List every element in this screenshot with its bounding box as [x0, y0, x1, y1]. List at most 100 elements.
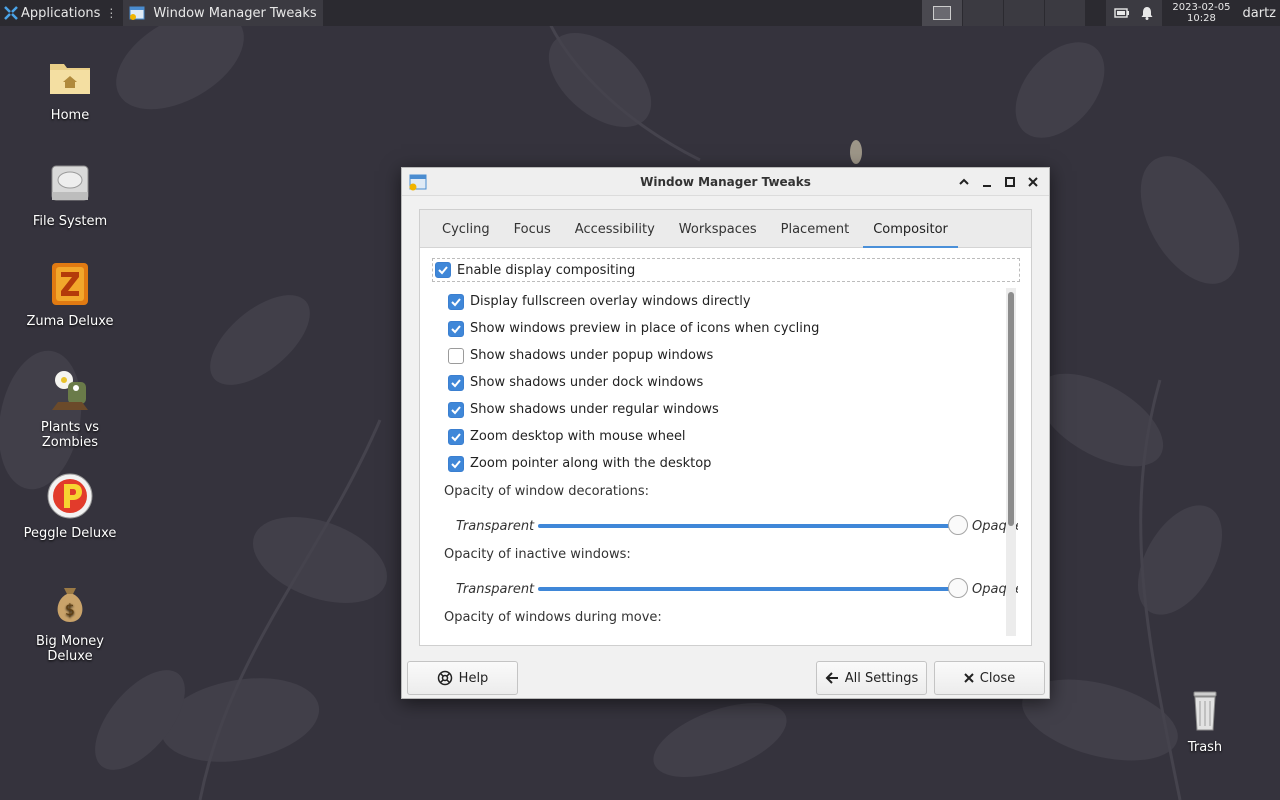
- help-lifebuoy-icon: [437, 670, 452, 686]
- enable-compositing-row[interactable]: Enable display compositing: [432, 258, 1020, 282]
- tab-placement[interactable]: Placement: [769, 210, 862, 248]
- opacity-inactive-slider-row: Transparent Opaque: [456, 577, 1022, 601]
- minimize-icon: [982, 185, 991, 187]
- option-zoom-desktop[interactable]: Zoom desktop with mouse wheel: [448, 423, 1008, 450]
- workspace-switcher: [922, 0, 1086, 26]
- workspace-window-thumbnail: [933, 6, 952, 20]
- option-label: Show shadows under regular windows: [470, 402, 719, 417]
- all-settings-button[interactable]: All Settings: [816, 661, 927, 695]
- xfce-logo-icon: [4, 6, 18, 20]
- system-tray: [1106, 0, 1163, 26]
- option-label: Show windows preview in place of icons w…: [470, 321, 820, 336]
- desktop-icon-label: Zuma Deluxe: [26, 314, 114, 329]
- option-fullscreen-overlay[interactable]: Display fullscreen overlay windows direc…: [448, 288, 1008, 315]
- money-bag-icon: $: [57, 588, 83, 622]
- checkbox[interactable]: [448, 293, 464, 310]
- desktop-icon-label: Peggle Deluxe: [23, 526, 117, 541]
- slider-knob[interactable]: [948, 578, 968, 598]
- desktop-icon-label: File System: [32, 214, 108, 229]
- enable-compositing-checkbox[interactable]: [435, 262, 451, 278]
- workspace-3[interactable]: [1004, 0, 1045, 26]
- opacity-decorations-slider[interactable]: [538, 515, 968, 535]
- notification-bell-icon[interactable]: [1140, 6, 1154, 20]
- maximize-icon: [1004, 177, 1015, 187]
- slider-knob[interactable]: [948, 515, 968, 535]
- option-zoom-pointer[interactable]: Zoom pointer along with the desktop: [448, 450, 1008, 477]
- opacity-inactive-label: Opacity of inactive windows:: [444, 547, 631, 562]
- compositor-options: Display fullscreen overlay windows direc…: [448, 288, 1008, 477]
- enable-compositing-label: Enable display compositing: [457, 262, 636, 278]
- desktop-icon-home[interactable]: Home: [20, 54, 120, 123]
- close-button[interactable]: Close: [934, 661, 1045, 695]
- battery-icon[interactable]: [1114, 7, 1130, 19]
- tab-accessibility[interactable]: Accessibility: [563, 210, 667, 248]
- opacity-inactive-slider[interactable]: [538, 578, 968, 598]
- desktop-icon-plants-vs-zombies[interactable]: Plants vs Zombies: [20, 366, 120, 450]
- option-label: Zoom pointer along with the desktop: [470, 456, 712, 471]
- checkbox[interactable]: [448, 401, 464, 418]
- top-panel: Applications ⋮ Window Manager Tweaks 202…: [0, 0, 1280, 26]
- checkbox[interactable]: [448, 347, 464, 364]
- maximize-button[interactable]: [1001, 172, 1018, 192]
- arrow-left-icon: [825, 672, 838, 684]
- desktop-icon-big-money-deluxe[interactable]: $ Big Money Deluxe: [20, 580, 120, 664]
- desktop-icon-zuma-deluxe[interactable]: Zuma Deluxe: [20, 260, 120, 329]
- clock-date: 2023-02-05: [1172, 2, 1231, 13]
- window-manager-tweaks-icon: [129, 6, 145, 20]
- help-button[interactable]: Help: [407, 661, 518, 695]
- opacity-decorations-label: Opacity of window decorations:: [444, 484, 649, 499]
- trash-icon: [1193, 691, 1217, 731]
- clock-time: 10:28: [1187, 13, 1216, 24]
- scrollbar-thumb[interactable]: [1008, 292, 1014, 526]
- clock[interactable]: 2023-02-05 10:28: [1172, 2, 1230, 24]
- taskbar-item-window-manager-tweaks[interactable]: Window Manager Tweaks: [123, 0, 324, 26]
- workspace-4[interactable]: [1045, 0, 1086, 26]
- checkbox[interactable]: [448, 428, 464, 445]
- user-menu[interactable]: dartz: [1243, 6, 1276, 21]
- title-bar[interactable]: Window Manager Tweaks: [402, 168, 1049, 196]
- close-window-button[interactable]: [1024, 172, 1041, 192]
- slider-low-label: Transparent: [456, 518, 535, 534]
- window-manager-tweaks-dialog: Window Manager Tweaks Cycling Focus Acce…: [401, 167, 1050, 699]
- applications-label: Applications: [21, 5, 101, 21]
- help-button-label: Help: [458, 670, 489, 686]
- close-icon: [964, 673, 974, 683]
- checkbox[interactable]: [448, 455, 464, 472]
- opacity-decorations-slider-row: Transparent Opaque: [456, 514, 1022, 538]
- opacity-move-label: Opacity of windows during move:: [444, 610, 662, 625]
- workspace-2[interactable]: [963, 0, 1004, 26]
- desktop-icon-label: Trash: [1187, 740, 1223, 755]
- option-shadows-popup[interactable]: Show shadows under popup windows: [448, 342, 1008, 369]
- workspace-1[interactable]: [922, 0, 963, 26]
- peggle-deluxe-icon: [47, 473, 93, 519]
- tab-compositor[interactable]: Compositor: [861, 210, 960, 249]
- svg-text:$: $: [65, 600, 75, 619]
- tab-workspaces[interactable]: Workspaces: [667, 210, 769, 248]
- option-label: Zoom desktop with mouse wheel: [470, 429, 686, 444]
- option-label: Show shadows under dock windows: [470, 375, 704, 390]
- slider-low-label: Transparent: [456, 581, 535, 597]
- checkmark-icon: [438, 266, 448, 275]
- desktop-icon-peggle-deluxe[interactable]: Peggle Deluxe: [20, 472, 120, 541]
- tab-cycling[interactable]: Cycling: [430, 210, 502, 248]
- checkbox[interactable]: [448, 374, 464, 391]
- desktop-icon-label: Home: [50, 108, 90, 123]
- tab-bar: Cycling Focus Accessibility Workspaces P…: [420, 210, 1031, 249]
- option-shadows-dock[interactable]: Show shadows under dock windows: [448, 369, 1008, 396]
- hard-drive-icon: [51, 165, 89, 201]
- tab-focus[interactable]: Focus: [502, 210, 563, 248]
- option-windows-preview[interactable]: Show windows preview in place of icons w…: [448, 315, 1008, 342]
- desktop-icon-file-system[interactable]: File System: [20, 160, 120, 229]
- shade-button[interactable]: [955, 172, 972, 192]
- plants-vs-zombies-icon: [52, 371, 88, 410]
- minimize-button[interactable]: [978, 172, 995, 192]
- close-button-label: Close: [979, 670, 1016, 686]
- applications-menu-button[interactable]: Applications ⋮: [0, 0, 121, 26]
- settings-notebook: Cycling Focus Accessibility Workspaces P…: [419, 209, 1032, 646]
- option-shadows-regular[interactable]: Show shadows under regular windows: [448, 396, 1008, 423]
- desktop-icon-trash[interactable]: Trash: [1155, 686, 1255, 755]
- checkmark-icon: [451, 297, 461, 306]
- home-folder-icon: [50, 64, 90, 94]
- checkbox[interactable]: [448, 320, 464, 337]
- taskbar-item-label: Window Manager Tweaks: [153, 5, 317, 21]
